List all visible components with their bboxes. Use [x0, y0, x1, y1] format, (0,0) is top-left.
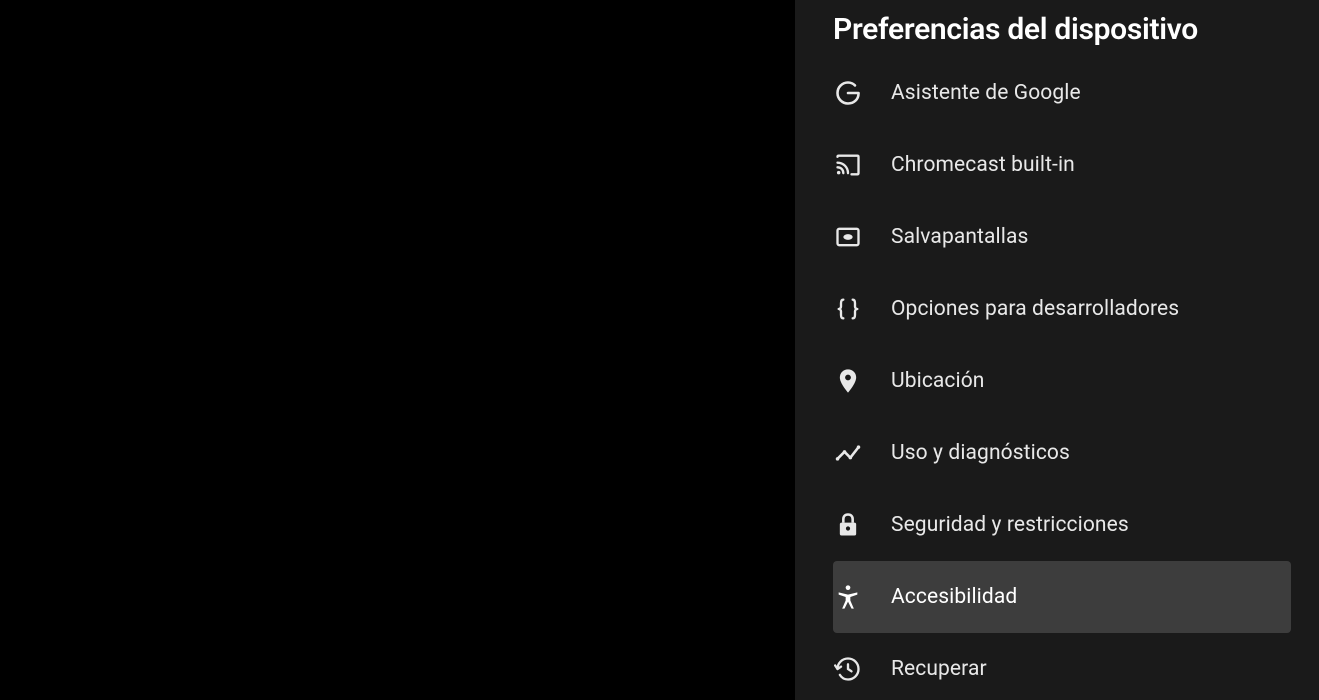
google-icon [833, 78, 863, 108]
restore-icon [833, 654, 863, 684]
menu-item-accessibility[interactable]: Accesibilidad [833, 561, 1291, 633]
accessibility-icon [833, 582, 863, 612]
menu-item-restore[interactable]: Recuperar [795, 633, 1319, 700]
menu-item-location[interactable]: Ubicación [795, 345, 1319, 417]
menu-item-screensaver[interactable]: Salvapantallas [795, 201, 1319, 273]
panel-title: Preferencias del dispositivo [833, 12, 1281, 47]
menu-item-label: Opciones para desarrolladores [891, 297, 1179, 321]
menu-item-label: Asistente de Google [891, 81, 1081, 105]
menu-item-label: Salvapantallas [891, 225, 1028, 249]
cast-icon [833, 150, 863, 180]
menu-item-google-assistant[interactable]: Asistente de Google [795, 65, 1319, 129]
chart-icon [833, 438, 863, 468]
braces-icon [833, 294, 863, 324]
lock-icon [833, 510, 863, 540]
menu-item-usage-diagnostics[interactable]: Uso y diagnósticos [795, 417, 1319, 489]
menu-item-chromecast[interactable]: Chromecast built-in [795, 129, 1319, 201]
location-icon [833, 366, 863, 396]
panel-header: Preferencias del dispositivo [795, 0, 1319, 65]
menu-item-label: Seguridad y restricciones [891, 513, 1129, 537]
menu-item-label: Uso y diagnósticos [891, 441, 1070, 465]
menu-list: Asistente de Google Chromecast built-in [795, 65, 1319, 700]
menu-item-label: Recuperar [891, 657, 987, 681]
screensaver-icon [833, 222, 863, 252]
menu-item-developer-options[interactable]: Opciones para desarrolladores [795, 273, 1319, 345]
menu-item-label: Accesibilidad [891, 585, 1017, 609]
menu-item-security[interactable]: Seguridad y restricciones [795, 489, 1319, 561]
settings-panel: Preferencias del dispositivo Asistente d… [795, 0, 1319, 700]
menu-item-label: Ubicación [891, 369, 985, 393]
content-area [0, 0, 795, 700]
menu-item-label: Chromecast built-in [891, 153, 1075, 177]
